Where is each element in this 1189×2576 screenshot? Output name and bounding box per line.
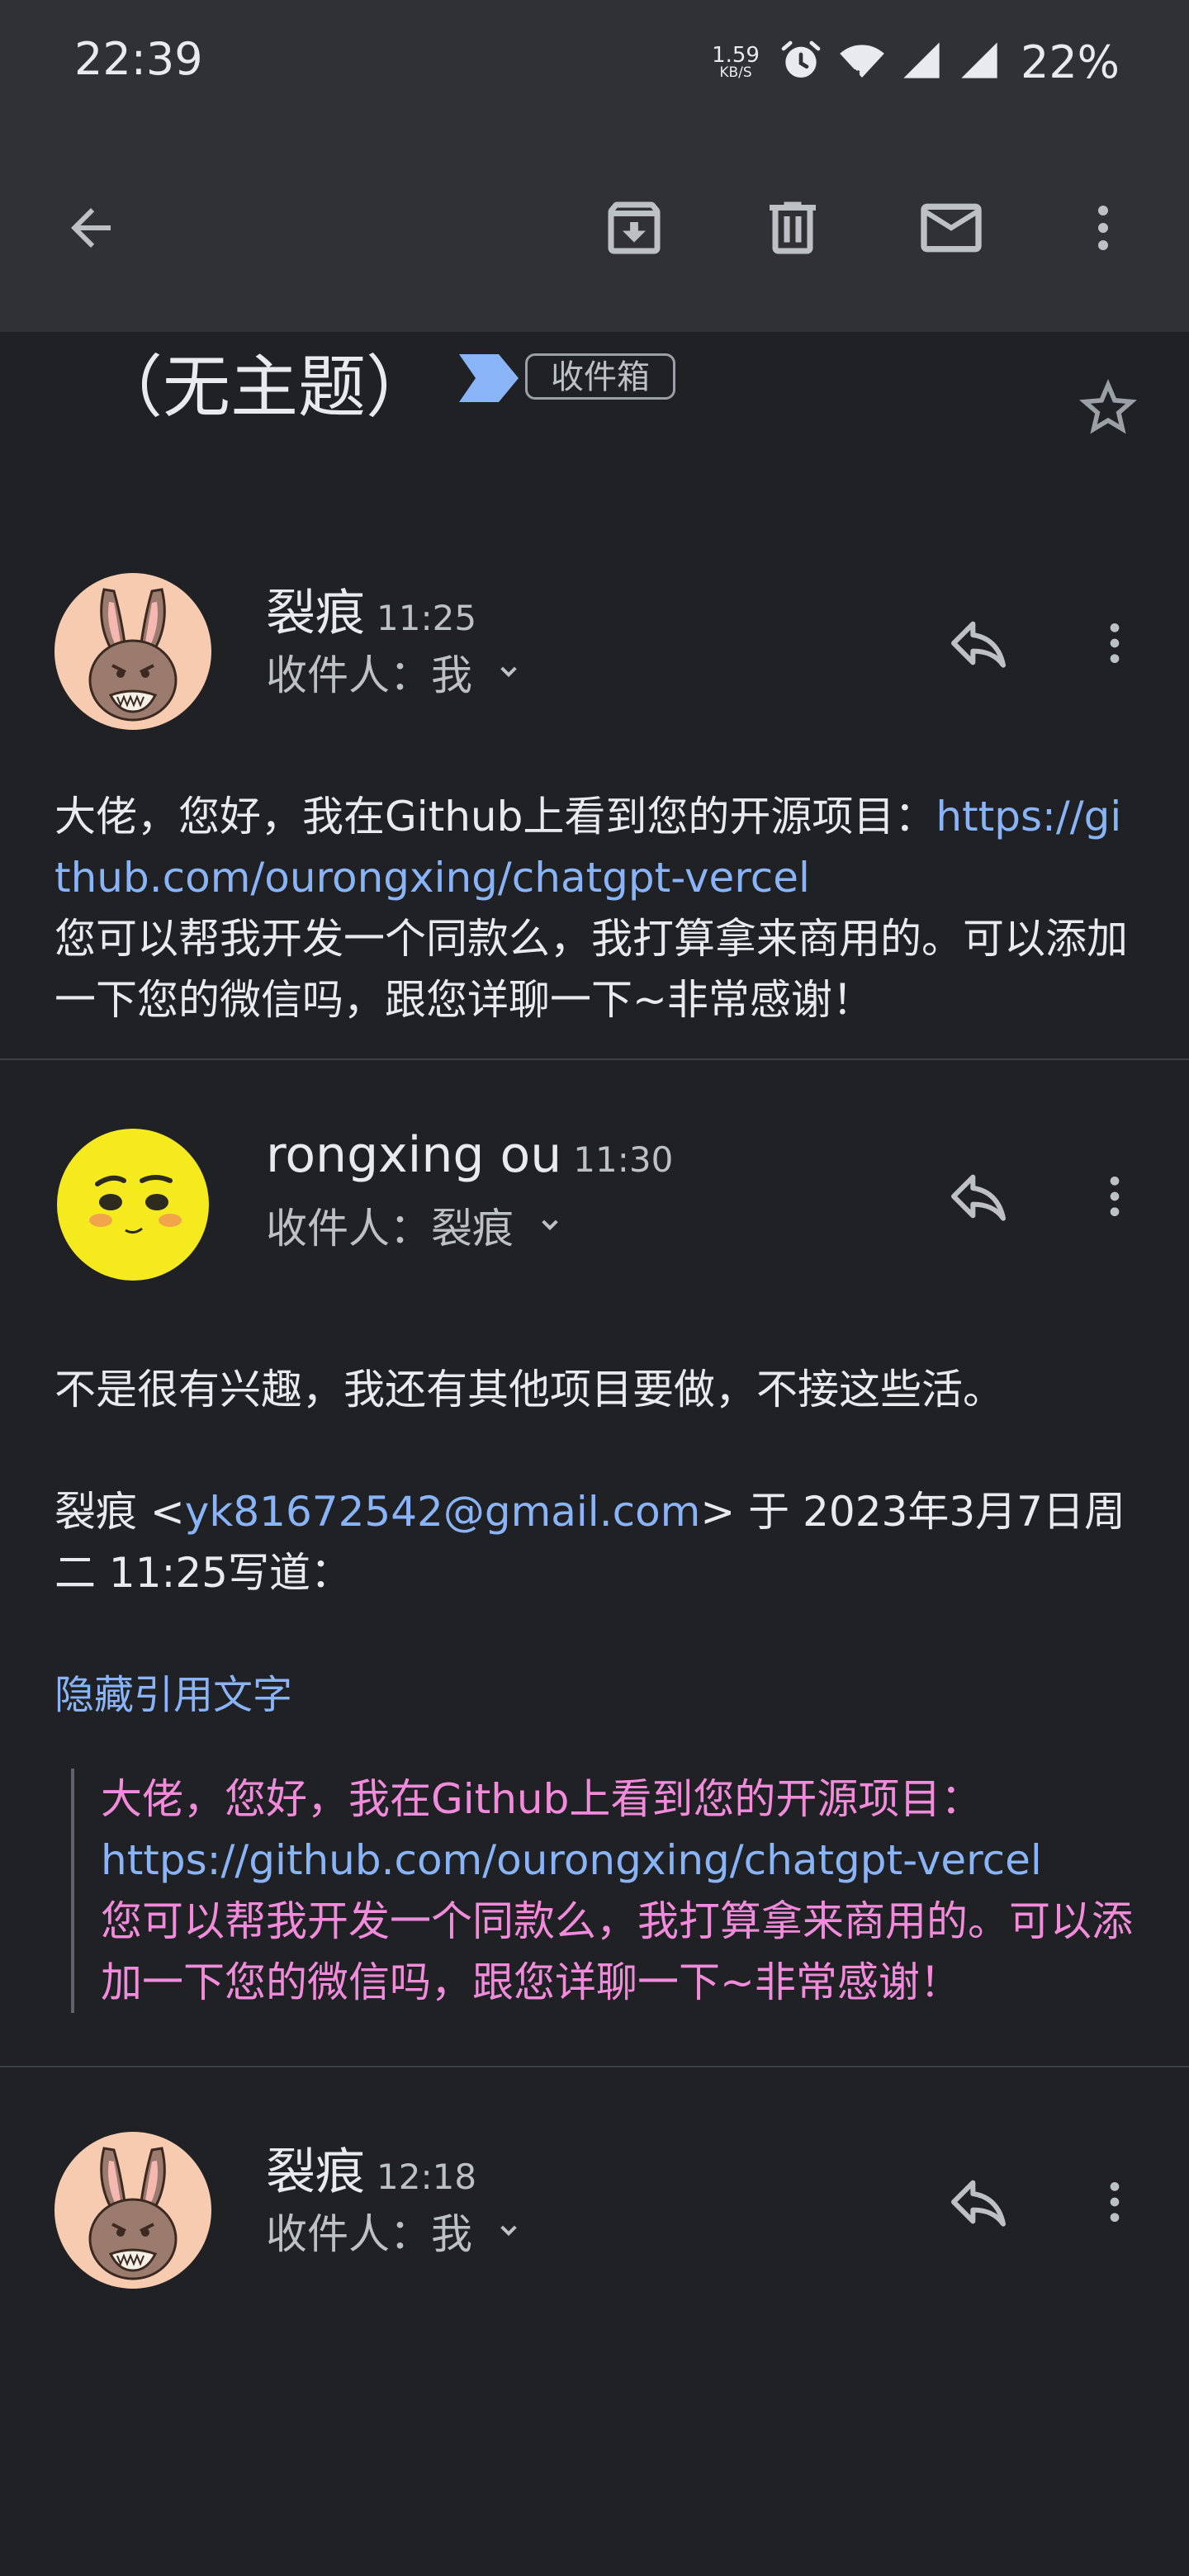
reply-button[interactable] (933, 2157, 1024, 2247)
quoted-text: 大佬，您好，我在Github上看到您的开源项目： https://github.… (71, 1769, 1135, 2013)
more-options-button[interactable] (1054, 178, 1153, 277)
recipient-prefix: 收件人： (266, 2210, 431, 2258)
sender-name-text: rongxing ou (266, 1126, 562, 1184)
more-vert-icon (1110, 623, 1120, 663)
app-bar (0, 124, 1189, 332)
recipient-prefix: 收件人： (266, 1205, 431, 1252)
message-card: 裂痕 12:18 收件人：我 (0, 2132, 1189, 2289)
alarm-icon (778, 37, 824, 87)
message-body: 不是很有兴趣，我还有其他项目要做，不接这些活。 裂痕 <yk81672542@g… (54, 1359, 1135, 1726)
status-time: 22:39 (74, 33, 203, 85)
quote-email-link[interactable]: yk81672542@gmail.com (185, 1488, 701, 1536)
avatar (54, 573, 211, 730)
back-button[interactable] (41, 178, 140, 277)
message-card: rongxing ou 11:30 收件人： 裂痕 不是很有兴趣，我还有其他项目要做… (0, 1126, 1189, 2013)
avatar (54, 1126, 211, 1283)
sender-name: rongxing ou 11:30 (266, 1126, 673, 1184)
archive-icon (608, 201, 661, 254)
recipient-name: 裂痕 (431, 1205, 514, 1252)
more-vert-icon (1110, 1177, 1120, 1216)
sender-name: 裂痕 11:25 (266, 573, 476, 645)
body-text: 大佬，您好，我在Github上看到您的开源项目： (54, 793, 936, 841)
reply-button[interactable] (933, 1151, 1024, 1242)
message-more-button[interactable] (1082, 1151, 1148, 1242)
star-icon[interactable] (1073, 373, 1143, 443)
body-text: 不是很有兴趣，我还有其他项目要做，不接这些活。 (54, 1366, 1004, 1413)
hide-quoted-text-link[interactable]: 隐藏引用文字 (54, 1664, 1135, 1726)
sender-name-text: 裂痕 (266, 2143, 365, 2201)
signal-icon (900, 39, 943, 85)
divider (0, 2066, 1189, 2067)
network-speed-unit: KB/S (719, 64, 752, 81)
message-time: 11:30 (573, 1139, 674, 1180)
recipient-prefix: 收件人： (266, 651, 431, 699)
message-more-button[interactable] (1082, 598, 1148, 689)
message-more-button[interactable] (1082, 2157, 1148, 2247)
quote-link[interactable]: https://github.com/ourongxing/chatgpt-ve… (101, 1830, 1135, 1891)
quote-text-2: 您可以帮我开发一个同款么，我打算拿来商用的。可以添加一下您的微信吗，跟您详聊一下… (101, 1897, 1133, 2006)
conversation: （无主题） 收件箱 裂痕 11:25 收件人： 我 大佬，您好，我在Github… (0, 332, 1189, 2289)
recipient-name: 我 (431, 2210, 472, 2258)
more-vert-icon (1098, 206, 1108, 250)
battery-level: 22% (1020, 36, 1120, 88)
quote-header: 裂痕 <yk81672542@gmail.com> 于 2023年3月7日周二 … (54, 1481, 1135, 1603)
status-bar: 22:39 1.59 KB/S 22% (0, 0, 1189, 124)
message-body: 大佬，您好，我在Github上看到您的开源项目：https://github.c… (54, 786, 1135, 1030)
message-header[interactable]: rongxing ou 11:30 收件人： 裂痕 (0, 1126, 1189, 1283)
recipient-name: 我 (431, 651, 472, 699)
chevron-down-icon (542, 1219, 558, 1231)
status-icons: 1.59 KB/S 22% (712, 33, 1120, 91)
message-card: 裂痕 11:25 收件人：我 大佬，您好，我在Github上看到您的开源项目：ht… (0, 573, 1189, 1030)
more-vert-icon (1110, 2182, 1120, 2222)
chevron-down-icon (500, 666, 517, 678)
reply-icon (951, 2180, 1006, 2227)
subject-row: （无主题） 收件箱 (0, 332, 1189, 497)
network-speed: 1.59 KB/S (712, 45, 760, 80)
message-header[interactable]: 裂痕 12:18 收件人：我 (0, 2132, 1189, 2289)
sender-name-text: 裂痕 (266, 585, 365, 642)
recipient-line[interactable]: 收件人： 裂痕 (266, 1196, 566, 1255)
message-time: 11:25 (377, 598, 477, 638)
delete-button[interactable] (743, 178, 842, 277)
mark-unread-button[interactable] (902, 178, 1001, 277)
inbox-label-chip[interactable]: 收件箱 (525, 353, 675, 400)
sender-name: 裂痕 12:18 (266, 2132, 476, 2204)
reply-icon (951, 621, 1006, 668)
subject-title: （无主题） (95, 348, 434, 427)
signal-icon-2 (958, 39, 1001, 85)
archive-button[interactable] (585, 178, 684, 277)
recipient-line[interactable]: 收件人：我 (266, 2201, 525, 2261)
quote-text: 大佬，您好，我在Github上看到您的开源项目： (101, 1775, 983, 1823)
avatar (54, 2132, 211, 2289)
message-header[interactable]: 裂痕 11:25 收件人：我 (0, 573, 1189, 730)
recipient-line[interactable]: 收件人：我 (266, 642, 525, 702)
message-time: 12:18 (377, 2157, 477, 2197)
chevron-down-icon (500, 2225, 517, 2237)
body-text-2: 您可以帮我开发一个同款么，我打算拿来商用的。可以添加一下您的微信吗，跟您详聊一下… (54, 915, 1128, 1024)
network-speed-value: 1.59 (712, 42, 760, 68)
divider (0, 1058, 1189, 1060)
mail-icon (921, 203, 982, 253)
wifi-icon (839, 37, 885, 87)
quote-author: 裂痕 < (54, 1488, 185, 1536)
delete-icon (770, 201, 816, 254)
important-marker-icon[interactable] (459, 354, 519, 402)
reply-icon (951, 1174, 1006, 1221)
back-arrow-icon (71, 208, 111, 248)
reply-button[interactable] (933, 598, 1024, 689)
